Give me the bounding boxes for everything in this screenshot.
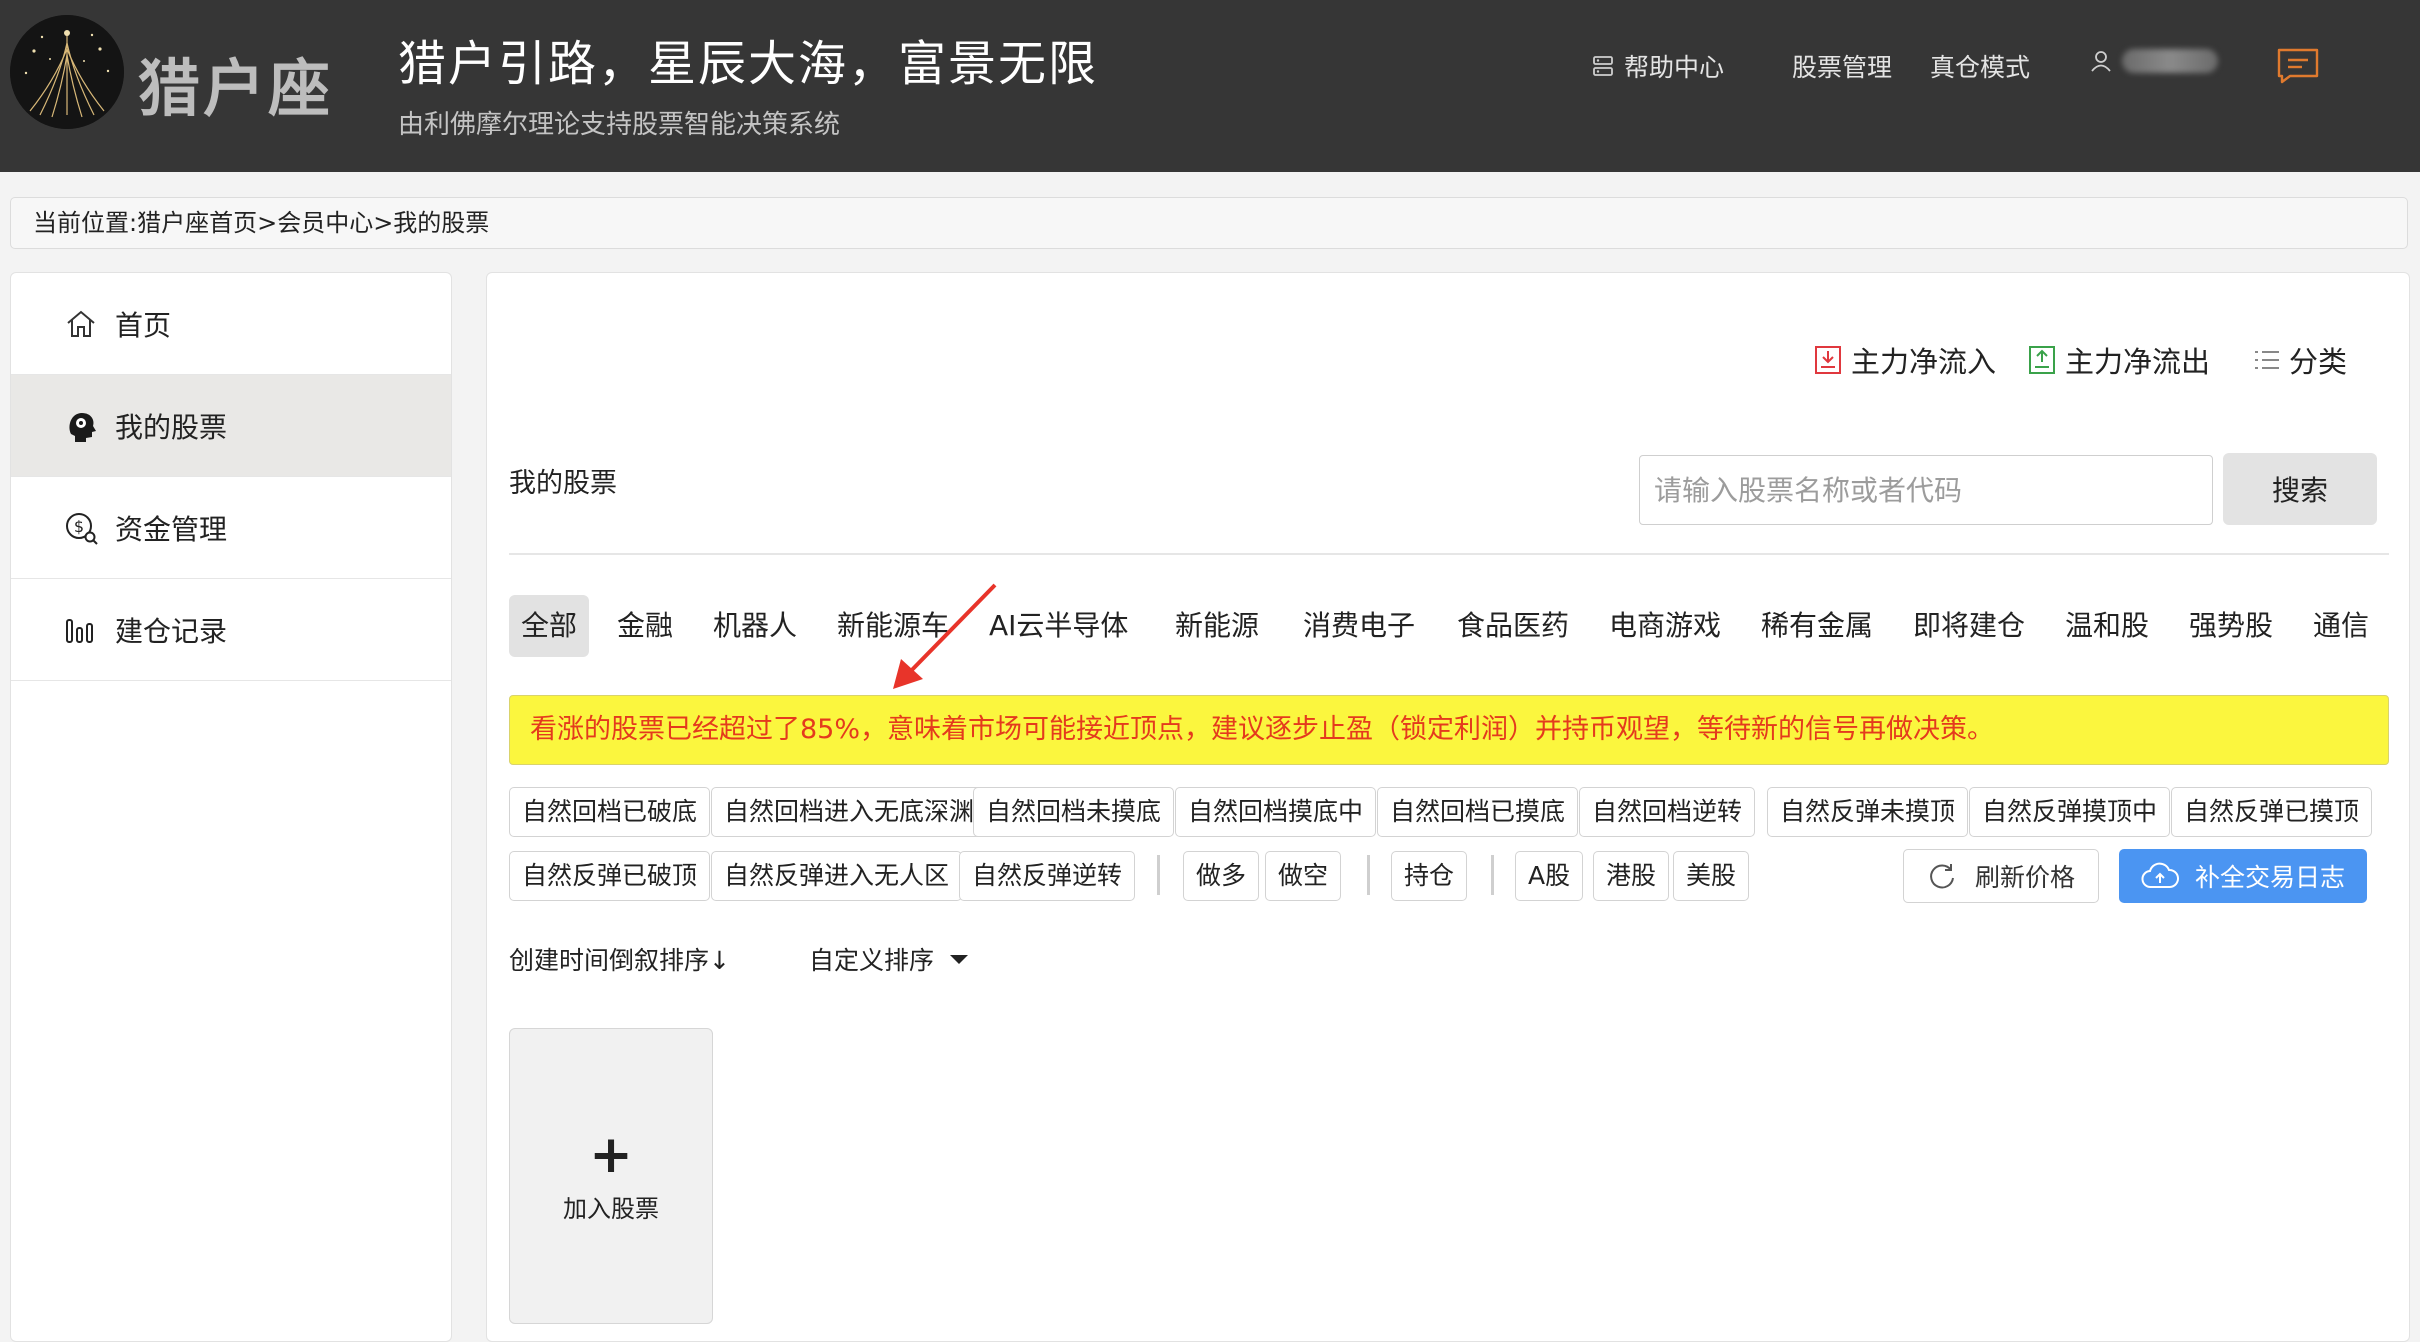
custom-sort-label: 自定义排序 xyxy=(809,946,935,975)
top-header: 猎户座 猎户引路，星辰大海，富景无限 由利佛摩尔理论支持股票智能决策系统 帮助中… xyxy=(0,0,2420,172)
sidebar-item-label: 建仓记录 xyxy=(115,614,228,648)
sidebar-item-home[interactable]: 首页 xyxy=(11,273,451,375)
bar-chart-icon xyxy=(66,618,93,643)
tab-about-to-build[interactable]: 即将建仓 xyxy=(1901,595,2037,657)
filter-rebound-reversal[interactable]: 自然反弹逆转 xyxy=(959,851,1136,901)
sort-by-create-time[interactable]: 创建时间倒叙排序↓ xyxy=(509,941,730,977)
classify-label: 分类 xyxy=(2289,345,2348,379)
filter-long[interactable]: 做多 xyxy=(1183,851,1260,901)
help-center-link[interactable]: 帮助中心 xyxy=(1590,48,1724,84)
divider xyxy=(509,553,2389,555)
trade-log-label: 补全交易日志 xyxy=(2194,863,2345,892)
filter-short[interactable]: 做空 xyxy=(1265,851,1342,901)
filter-holding[interactable]: 持仓 xyxy=(1391,851,1468,901)
caret-down-icon xyxy=(950,955,969,964)
filter-pullback-bottomed[interactable]: 自然回档已摸底 xyxy=(1377,787,1579,837)
svg-text:$: $ xyxy=(74,517,84,536)
tab-consumer-electronics[interactable]: 消费电子 xyxy=(1291,595,1427,657)
header-slogan: 猎户引路，星辰大海，富景无限 xyxy=(398,36,1099,92)
username-blurred xyxy=(2122,49,2218,73)
outflow-label: 主力净流出 xyxy=(2065,345,2211,379)
filter-a-shares[interactable]: A股 xyxy=(1515,851,1584,901)
filter-rebound-topped[interactable]: 自然反弹已摸顶 xyxy=(2171,787,2373,837)
breadcrumb: 当前位置:猎户座首页>会员中心>我的股票 xyxy=(10,197,2408,249)
tab-rare-metals[interactable]: 稀有金属 xyxy=(1749,595,1885,657)
logo-icon[interactable] xyxy=(10,15,124,129)
head-brain-icon xyxy=(69,412,96,442)
market-warning-notice: 看涨的股票已经超过了85%，意味着市场可能接近顶点，建议逐步止盈（锁定利润）并持… xyxy=(509,695,2389,765)
sidebar: 首页 我的股票 $ 资金管理 建仓记录 xyxy=(10,272,452,1342)
tab-all[interactable]: 全部 xyxy=(509,595,590,657)
tab-strong-stocks[interactable]: 强势股 xyxy=(2177,595,2285,657)
refresh-price-button[interactable]: 刷新价格 xyxy=(1903,849,2099,903)
logo-text[interactable]: 猎户座 xyxy=(138,38,333,128)
tab-finance[interactable]: 金融 xyxy=(605,595,685,657)
list-icon xyxy=(2255,351,2279,369)
tab-food-medicine[interactable]: 食品医药 xyxy=(1445,595,1581,657)
tab-new-energy-vehicle[interactable]: 新能源车 xyxy=(825,595,961,657)
filter-rebound-not-top[interactable]: 自然反弹未摸顶 xyxy=(1767,787,1969,837)
sidebar-item-position-records[interactable]: 建仓记录 xyxy=(11,579,451,681)
money-search-icon: $ xyxy=(66,512,98,545)
filter-pullback-abyss[interactable]: 自然回档进入无底深渊 xyxy=(711,787,988,837)
stock-manage-label: 股票管理 xyxy=(1792,53,1893,82)
outflow-doc-icon xyxy=(2029,346,2055,374)
filter-pullback-reversal[interactable]: 自然回档逆转 xyxy=(1579,787,1756,837)
inflow-doc-icon xyxy=(1815,346,1841,374)
main-panel: 主力净流入 主力净流出 分类 我的股票 搜索 全部 金融 机器人 新能源车 AI… xyxy=(486,272,2410,1342)
sort-time-label: 创建时间倒叙排序↓ xyxy=(509,946,730,975)
stock-manage-link[interactable]: 股票管理 xyxy=(1792,48,1892,84)
help-center-label: 帮助中心 xyxy=(1624,53,1725,82)
tab-ecommerce-games[interactable]: 电商游戏 xyxy=(1597,595,1733,657)
refresh-label: 刷新价格 xyxy=(1974,863,2075,892)
page-title: 我的股票 xyxy=(509,468,617,499)
header-subslogan: 由利佛摩尔理论支持股票智能决策系统 xyxy=(398,110,841,140)
real-mode-label: 真仓模式 xyxy=(1930,53,2031,82)
sidebar-item-label: 资金管理 xyxy=(115,512,228,546)
filter-us-shares[interactable]: 美股 xyxy=(1673,851,1750,901)
custom-sort-dropdown[interactable]: 自定义排序 xyxy=(809,941,970,977)
inflow-button[interactable]: 主力净流入 xyxy=(1813,339,1996,381)
sidebar-item-fund-manage[interactable]: $ 资金管理 xyxy=(11,477,451,579)
plus-icon: + xyxy=(589,1124,633,1185)
filter-separator xyxy=(1367,855,1370,895)
add-stock-label: 加入股票 xyxy=(563,1194,659,1223)
filter-separator xyxy=(1491,855,1494,895)
tab-mild-stocks[interactable]: 温和股 xyxy=(2053,595,2161,657)
tab-communication[interactable]: 通信 xyxy=(2301,595,2381,657)
filter-rebound-topping[interactable]: 自然反弹摸顶中 xyxy=(1969,787,2171,837)
message-icon[interactable] xyxy=(2276,47,2320,85)
help-server-icon xyxy=(1593,56,1613,76)
user-menu[interactable] xyxy=(2088,48,2218,74)
sidebar-item-label: 我的股票 xyxy=(115,410,228,444)
user-icon xyxy=(2091,51,2111,72)
home-icon xyxy=(67,310,95,337)
tab-ai-cloud-semiconductor[interactable]: AI云半导体 xyxy=(977,595,1140,657)
filter-rebound-broken-top[interactable]: 自然反弹已破顶 xyxy=(509,851,711,901)
complete-trade-log-button[interactable]: 补全交易日志 xyxy=(2119,849,2367,903)
filter-pullback-bottoming[interactable]: 自然回档摸底中 xyxy=(1175,787,1377,837)
real-mode-link[interactable]: 真仓模式 xyxy=(1930,48,2030,84)
add-stock-card[interactable]: + 加入股票 xyxy=(509,1028,713,1324)
sidebar-item-label: 首页 xyxy=(115,308,172,342)
tab-new-energy[interactable]: 新能源 xyxy=(1163,595,1271,657)
filter-separator xyxy=(1157,855,1160,895)
search-input[interactable] xyxy=(1639,455,2213,525)
tab-robot[interactable]: 机器人 xyxy=(701,595,809,657)
classify-button[interactable]: 分类 xyxy=(2253,339,2347,381)
filter-hk-shares[interactable]: 港股 xyxy=(1593,851,1670,901)
filter-pullback-broken-bottom[interactable]: 自然回档已破底 xyxy=(509,787,711,837)
sidebar-item-my-stocks[interactable]: 我的股票 xyxy=(11,375,451,477)
inflow-label: 主力净流入 xyxy=(1851,345,1997,379)
refresh-icon xyxy=(1930,864,1954,889)
outflow-button[interactable]: 主力净流出 xyxy=(2027,339,2210,381)
search-button[interactable]: 搜索 xyxy=(2223,453,2377,525)
filter-pullback-not-bottom[interactable]: 自然回档未摸底 xyxy=(973,787,1175,837)
cloud-upload-icon xyxy=(2141,862,2179,888)
filter-rebound-no-mans-land[interactable]: 自然反弹进入无人区 xyxy=(711,851,963,901)
